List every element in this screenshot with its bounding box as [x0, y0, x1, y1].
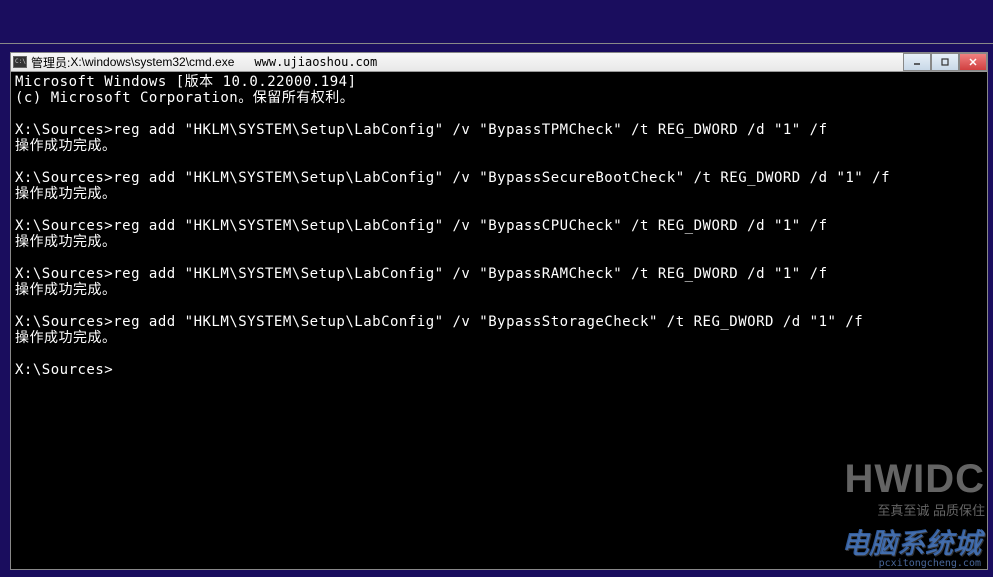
minimize-icon: [912, 57, 922, 67]
cmd-window: 管理员: X:\windows\system32\cmd.exe www.uji…: [10, 52, 988, 570]
terminal-line: X:\Sources>reg add "HKLM\SYSTEM\Setup\La…: [15, 314, 983, 330]
terminal-line: [15, 154, 983, 170]
titlebar[interactable]: 管理员: X:\windows\system32\cmd.exe www.uji…: [11, 53, 987, 72]
close-icon: [968, 57, 978, 67]
terminal-line: [15, 298, 983, 314]
terminal-line: X:\Sources>reg add "HKLM\SYSTEM\Setup\La…: [15, 266, 983, 282]
terminal-line: (c) Microsoft Corporation。保留所有权利。: [15, 90, 983, 106]
terminal-line: 操作成功完成。: [15, 138, 983, 154]
minimize-button[interactable]: [903, 53, 931, 71]
terminal-output[interactable]: Microsoft Windows [版本 10.0.22000.194](c)…: [11, 72, 987, 569]
cmd-icon: [13, 56, 27, 68]
terminal-line: 操作成功完成。: [15, 282, 983, 298]
terminal-line: 操作成功完成。: [15, 186, 983, 202]
terminal-line: 操作成功完成。: [15, 330, 983, 346]
background-divider: [0, 43, 993, 44]
titlebar-url: www.ujiaoshou.com: [254, 55, 377, 69]
titlebar-prefix: 管理员:: [31, 54, 70, 71]
titlebar-path: X:\windows\system32\cmd.exe: [70, 55, 234, 69]
terminal-line: X:\Sources>: [15, 362, 983, 378]
window-controls: [903, 53, 987, 71]
terminal-line: [15, 106, 983, 122]
terminal-line: [15, 346, 983, 362]
terminal-line: X:\Sources>reg add "HKLM\SYSTEM\Setup\La…: [15, 170, 983, 186]
terminal-line: Microsoft Windows [版本 10.0.22000.194]: [15, 74, 983, 90]
terminal-line: [15, 202, 983, 218]
maximize-button[interactable]: [931, 53, 959, 71]
terminal-line: X:\Sources>reg add "HKLM\SYSTEM\Setup\La…: [15, 218, 983, 234]
maximize-icon: [940, 57, 950, 67]
terminal-line: 操作成功完成。: [15, 234, 983, 250]
terminal-line: [15, 250, 983, 266]
close-button[interactable]: [959, 53, 987, 71]
terminal-line: X:\Sources>reg add "HKLM\SYSTEM\Setup\La…: [15, 122, 983, 138]
